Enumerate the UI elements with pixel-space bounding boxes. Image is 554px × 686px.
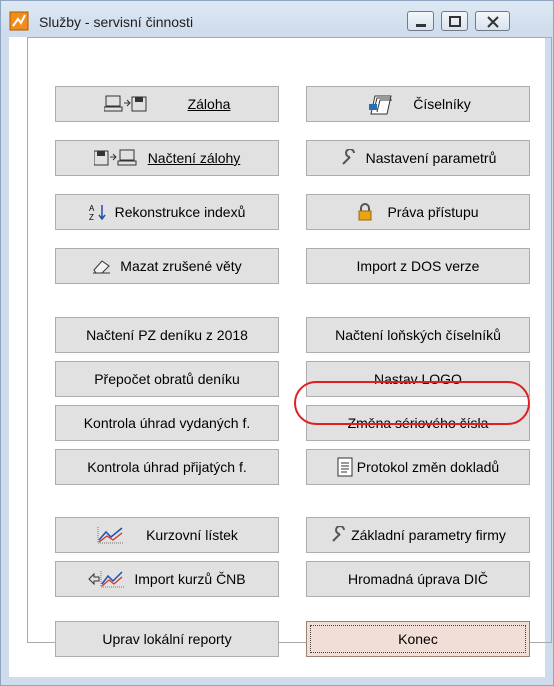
wrench-icon: [330, 526, 348, 544]
eraser-icon: [92, 258, 112, 274]
zakladni-parametry-firmy-label: Základní parametry firmy: [351, 527, 506, 543]
zaloha-button[interactable]: Záloha: [55, 86, 279, 122]
services-window: Služby - servisní činnosti Záloha Číseln…: [0, 0, 554, 686]
import-kurzu-cnb-button[interactable]: Import kurzů ČNB: [55, 561, 279, 597]
nacteni-pz-deniku-button[interactable]: Načtení PZ deníku z 2018: [55, 317, 279, 353]
uprav-lokalni-reporty-button[interactable]: Uprav lokální reporty: [55, 621, 279, 657]
mazat-zrusene-vety-label: Mazat zrušené věty: [120, 258, 242, 274]
minimize-icon: [416, 24, 426, 27]
backup-icon: [103, 94, 148, 114]
kontrola-uhrad-vydanych-button[interactable]: Kontrola úhrad vydaných f.: [55, 405, 279, 441]
rekonstrukce-indexu-button[interactable]: A Z Rekonstrukce indexů: [55, 194, 279, 230]
prava-pristupu-button[interactable]: Práva přístupu: [306, 194, 530, 230]
highlight-circle: [294, 381, 530, 425]
document-icon: [337, 457, 353, 477]
nastaveni-parametru-label: Nastavení parametrů: [365, 150, 497, 166]
wrench-icon: [340, 149, 358, 167]
lock-icon: [357, 203, 373, 221]
nacteni-zalohy-label: Načtení zálohy: [147, 150, 241, 166]
import-z-dos-button[interactable]: Import z DOS verze: [306, 248, 530, 284]
protokol-zmen-dokladu-button[interactable]: Protokol změn dokladů: [306, 449, 530, 485]
nacteni-zalohy-button[interactable]: Načtení zálohy: [55, 140, 279, 176]
import-kurzu-cnb-label: Import kurzů ČNB: [134, 571, 246, 587]
title-bar[interactable]: Služby - servisní činnosti: [1, 1, 553, 32]
rekonstrukce-indexu-label: Rekonstrukce indexů: [114, 204, 246, 220]
prava-pristupu-label: Práva přístupu: [387, 204, 479, 220]
protokol-zmen-dokladu-label: Protokol změn dokladů: [356, 459, 500, 475]
zaloha-label: Záloha: [187, 96, 231, 112]
catalog-icon: [365, 92, 395, 116]
close-button[interactable]: [475, 11, 510, 31]
kontrola-uhrad-prijatych-label: Kontrola úhrad přijatých f.: [87, 459, 247, 475]
app-icon: [9, 11, 29, 31]
svg-text:A: A: [89, 204, 95, 213]
konec-button[interactable]: Konec: [306, 621, 530, 657]
kontrola-uhrad-prijatych-button[interactable]: Kontrola úhrad přijatých f.: [55, 449, 279, 485]
window-title: Služby - servisní činnosti: [39, 14, 194, 30]
mazat-zrusene-vety-button[interactable]: Mazat zrušené věty: [55, 248, 279, 284]
import-z-dos-label: Import z DOS verze: [356, 258, 480, 274]
hromadna-uprava-dic-label: Hromadná úprava DIČ: [347, 571, 489, 587]
button-group: Záloha Číselníky Načtení zálohy Nastaven…: [27, 37, 552, 657]
nacteni-lonskych-ciselniku-label: Načtení loňských číselníků: [335, 327, 501, 343]
import-chart-icon: [88, 569, 126, 589]
minimize-button[interactable]: [407, 11, 434, 31]
zakladni-parametry-firmy-button[interactable]: Základní parametry firmy: [306, 517, 530, 553]
restore-icon: [93, 148, 140, 168]
prepocet-obratu-deniku-label: Přepočet obratů deníku: [94, 371, 240, 387]
close-icon: [487, 16, 499, 28]
uprav-lokalni-reporty-label: Uprav lokální reporty: [102, 631, 232, 647]
ciselniky-label: Číselníky: [413, 96, 471, 112]
nacteni-pz-deniku-label: Načtení PZ deníku z 2018: [86, 327, 248, 343]
kontrola-uhrad-vydanych-label: Kontrola úhrad vydaných f.: [83, 415, 251, 431]
kurzovni-listek-label: Kurzovní lístek: [146, 527, 238, 543]
svg-text:Z: Z: [89, 213, 94, 221]
sort-az-icon: A Z: [89, 203, 107, 221]
konec-label: Konec: [398, 631, 438, 647]
hromadna-uprava-dic-button[interactable]: Hromadná úprava DIČ: [306, 561, 530, 597]
nacteni-lonskych-ciselniku-button[interactable]: Načtení loňských číselníků: [306, 317, 530, 353]
kurzovni-listek-button[interactable]: Kurzovní lístek: [55, 517, 279, 553]
maximize-button[interactable]: [441, 11, 468, 31]
chart-icon: [96, 525, 126, 545]
maximize-icon: [449, 16, 461, 27]
nastaveni-parametru-button[interactable]: Nastavení parametrů: [306, 140, 530, 176]
ciselniky-button[interactable]: Číselníky: [306, 86, 530, 122]
prepocet-obratu-deniku-button[interactable]: Přepočet obratů deníku: [55, 361, 279, 397]
